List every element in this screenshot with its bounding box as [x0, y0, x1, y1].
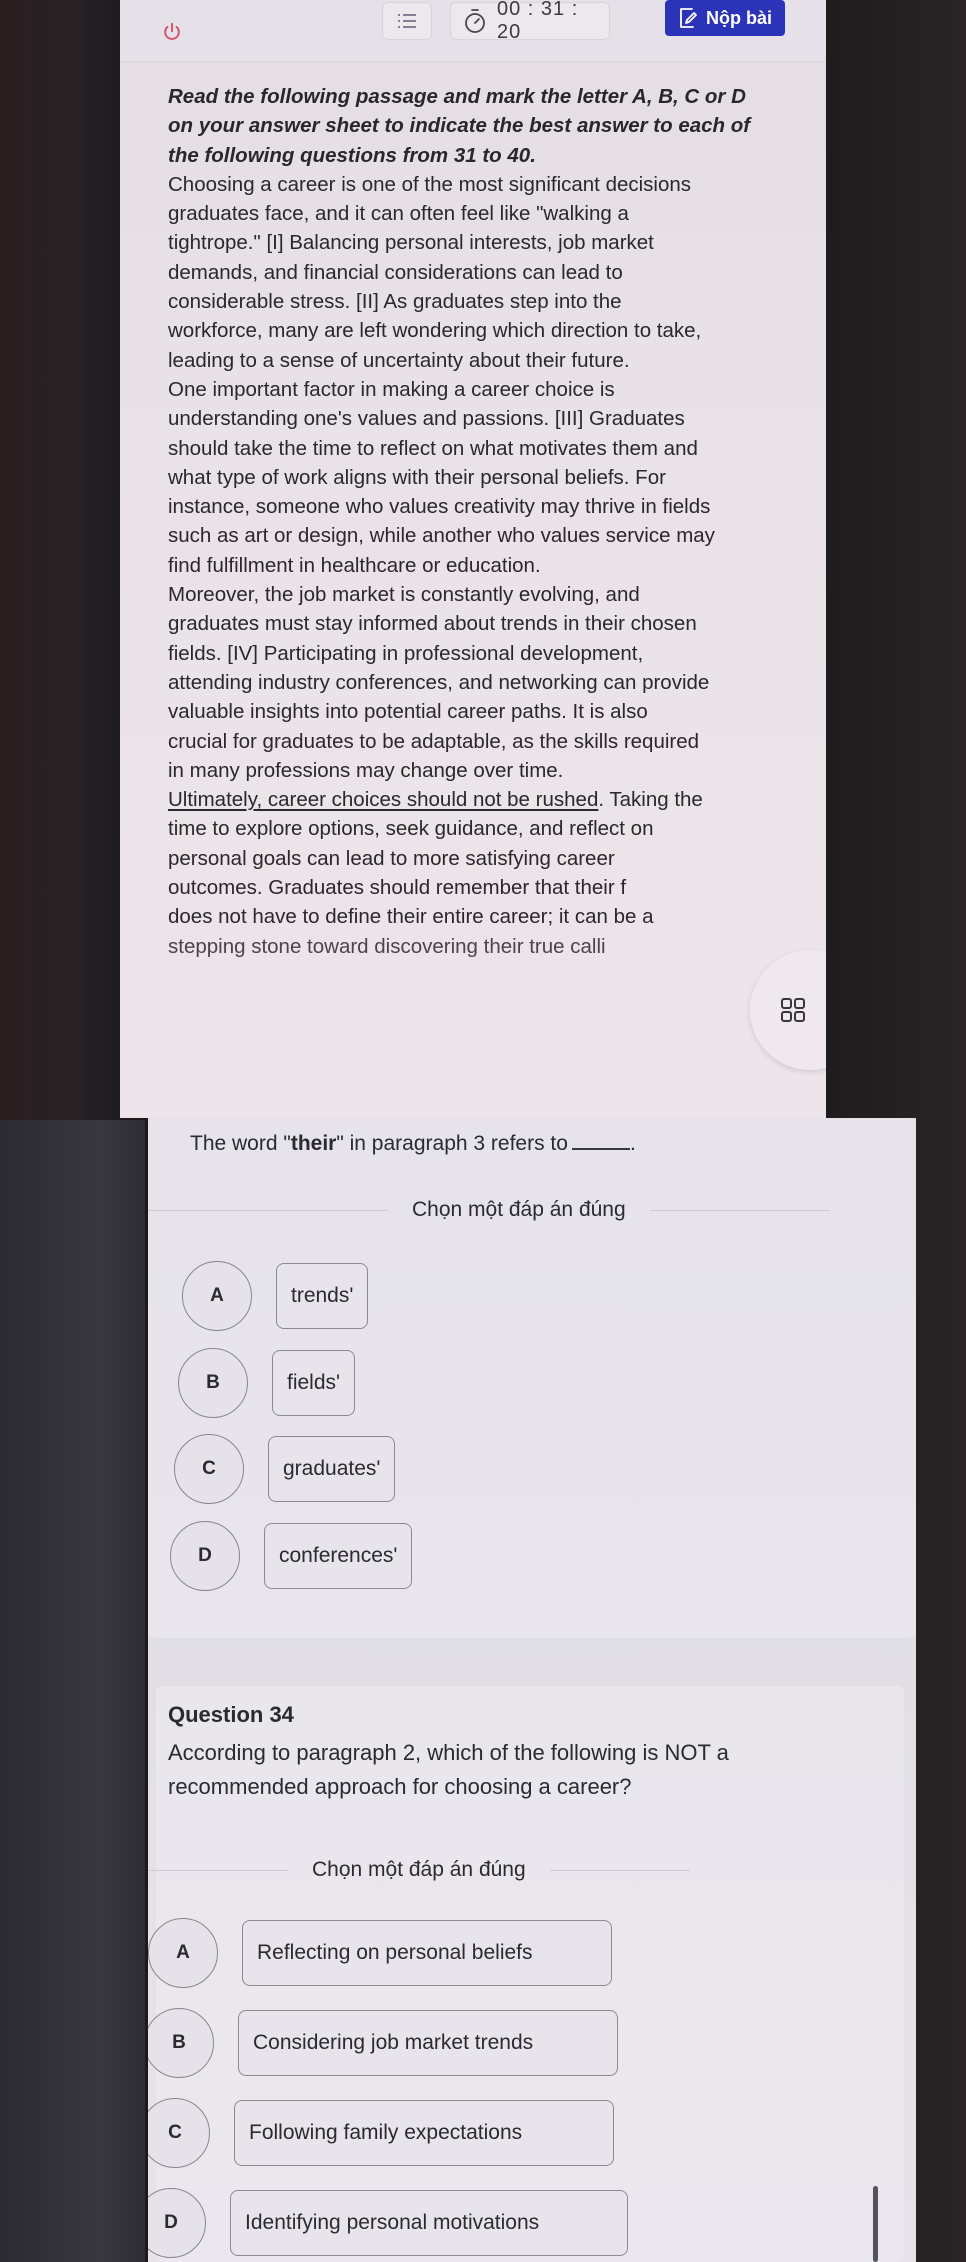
question-text-line: recommended approach for choosing a care… — [168, 1774, 632, 1799]
choose-answer-label: Chọn một đáp án đúng — [412, 1198, 626, 1221]
passage-line: does not have to define their entire car… — [168, 905, 654, 929]
stopwatch-icon — [465, 9, 485, 33]
option-b[interactable]: B fields' — [178, 1348, 356, 1418]
question-34-text: According to paragraph 2, which of the f… — [168, 1736, 729, 1804]
option-letter[interactable]: C — [174, 1434, 244, 1504]
top-toolbar: 00 : 31 : 20 Nộp bài — [120, 0, 826, 62]
passage-line: workforce, many are left wondering which… — [168, 319, 702, 343]
question-list-button[interactable] — [382, 2, 432, 40]
list-icon — [398, 14, 416, 28]
option-text[interactable]: fields' — [272, 1350, 356, 1416]
question-33-stem: The word "their" in paragraph 3 refers t… — [190, 1132, 636, 1156]
passage-screen: 00 : 31 : 20 Nộp bài Read the following … — [120, 0, 826, 1118]
question-34-title: Question 34 — [168, 1702, 294, 1727]
choose-answer-label: Chọn một đáp án đúng — [312, 1858, 526, 1881]
passage-line: tightrope." [I] Balancing personal inter… — [168, 231, 654, 255]
option-letter[interactable]: B — [148, 2008, 214, 2078]
stem-bold-word: their — [290, 1132, 337, 1155]
countdown-timer: 00 : 31 : 20 — [450, 0, 610, 43]
passage-line: outcomes. Graduates should remember that… — [168, 876, 627, 900]
option-d[interactable]: D Identifying personal motivations — [148, 2188, 628, 2258]
passage-line: Ultimately, career choices should not be… — [168, 785, 808, 814]
option-letter[interactable]: C — [148, 2098, 210, 2168]
power-icon — [164, 22, 180, 40]
choose-answer-header: Chọn một đáp án đúng — [148, 1198, 908, 1222]
questions-screen: The word "their" in paragraph 3 refers t… — [148, 1118, 916, 2262]
option-letter[interactable]: D — [148, 2188, 206, 2258]
passage-line: leading to a sense of uncertainty about … — [168, 348, 630, 372]
option-text[interactable]: Following family expectations — [234, 2100, 614, 2166]
option-text[interactable]: conferences' — [264, 1523, 413, 1589]
option-letter[interactable]: B — [178, 1348, 248, 1418]
option-c[interactable]: C Following family expectations — [148, 2098, 614, 2168]
passage-line: considerable stress. [II] As graduates s… — [168, 290, 622, 314]
passage-line: graduates face, and it can often feel li… — [168, 202, 629, 226]
submit-button[interactable]: Nộp bài — [665, 0, 785, 36]
passage-line: fields. [IV] Participating in profession… — [168, 641, 644, 665]
submit-label: Nộp bài — [706, 7, 772, 28]
grid-icon — [781, 998, 805, 1022]
floating-menu-button[interactable] — [750, 950, 826, 1070]
option-text[interactable]: graduates' — [268, 1436, 396, 1502]
option-text[interactable]: Identifying personal motivations — [230, 2190, 628, 2256]
passage-line-cut: stepping stone toward discovering their … — [168, 934, 606, 958]
underlined-sentence: Ultimately, career choices should not be… — [168, 788, 599, 812]
passage-line: Moreover, the job market is constantly e… — [168, 583, 640, 607]
stem-text: The word " — [190, 1132, 291, 1155]
answer-blank — [571, 1148, 630, 1150]
passage-line: time to explore options, seek guidance, … — [168, 817, 654, 841]
passage-line: graduates must stay informed about trend… — [168, 612, 697, 636]
timer-value: 00 : 31 : 20 — [496, 0, 579, 43]
divider — [649, 1209, 830, 1211]
divider — [148, 1869, 288, 1871]
divider — [549, 1869, 690, 1871]
divider — [148, 1209, 388, 1211]
option-b[interactable]: B Considering job market trends — [148, 2008, 618, 2078]
scrollbar-thumb[interactable] — [873, 2186, 878, 2262]
passage-line: Choosing a career is one of the most sig… — [168, 172, 692, 196]
power-button[interactable] — [160, 20, 184, 44]
choose-answer-header: Chọn một đáp án đúng — [148, 1858, 908, 1882]
instruction-line: on your answer sheet to indicate the bes… — [168, 114, 751, 138]
option-letter[interactable]: A — [148, 1918, 218, 1988]
passage-line: demands, and financial considerations ca… — [168, 260, 623, 284]
option-a[interactable]: A Reflecting on personal beliefs — [148, 1918, 612, 1988]
passage-line: personal goals can lead to more satisfyi… — [168, 846, 615, 870]
passage-line: instance, someone who values creativity … — [168, 495, 711, 519]
option-letter[interactable]: A — [182, 1261, 252, 1331]
passage-line: crucial for graduates to be adaptable, a… — [168, 729, 700, 753]
passage-line: find fulfillment in healthcare or educat… — [168, 553, 541, 577]
instruction-line: the following questions from 31 to 40. — [168, 143, 536, 167]
option-letter[interactable]: D — [170, 1521, 240, 1591]
stem-text: . — [629, 1132, 636, 1155]
passage-line: valuable insights into potential career … — [168, 700, 648, 724]
option-a[interactable]: A trends' — [182, 1261, 369, 1331]
stem-text: " in paragraph 3 refers to — [336, 1132, 568, 1155]
passage-line: One important factor in making a career … — [168, 377, 615, 401]
edit-document-icon — [680, 8, 697, 28]
option-text[interactable]: Considering job market trends — [238, 2010, 618, 2076]
option-text[interactable]: Reflecting on personal beliefs — [242, 1920, 612, 1986]
passage-text: . Taking the — [598, 788, 703, 812]
reading-passage: Read the following passage and mark the … — [168, 82, 808, 961]
passage-line: in many professions may change over time… — [168, 758, 564, 782]
passage-line: understanding one's values and passions.… — [168, 407, 685, 431]
passage-line: should take the time to reflect on what … — [168, 436, 698, 460]
option-d[interactable]: D conferences' — [170, 1521, 413, 1591]
passage-line: attending industry conferences, and netw… — [168, 670, 710, 694]
passage-line: such as art or design, while another who… — [168, 524, 715, 548]
option-text[interactable]: trends' — [276, 1263, 369, 1329]
option-c[interactable]: C graduates' — [174, 1434, 396, 1504]
question-text-line: According to paragraph 2, which of the f… — [168, 1740, 729, 1765]
passage-line: what type of work aligns with their pers… — [168, 465, 666, 489]
instruction-line: Read the following passage and mark the … — [168, 85, 746, 108]
photo-edge-left-lower — [0, 1120, 145, 2262]
